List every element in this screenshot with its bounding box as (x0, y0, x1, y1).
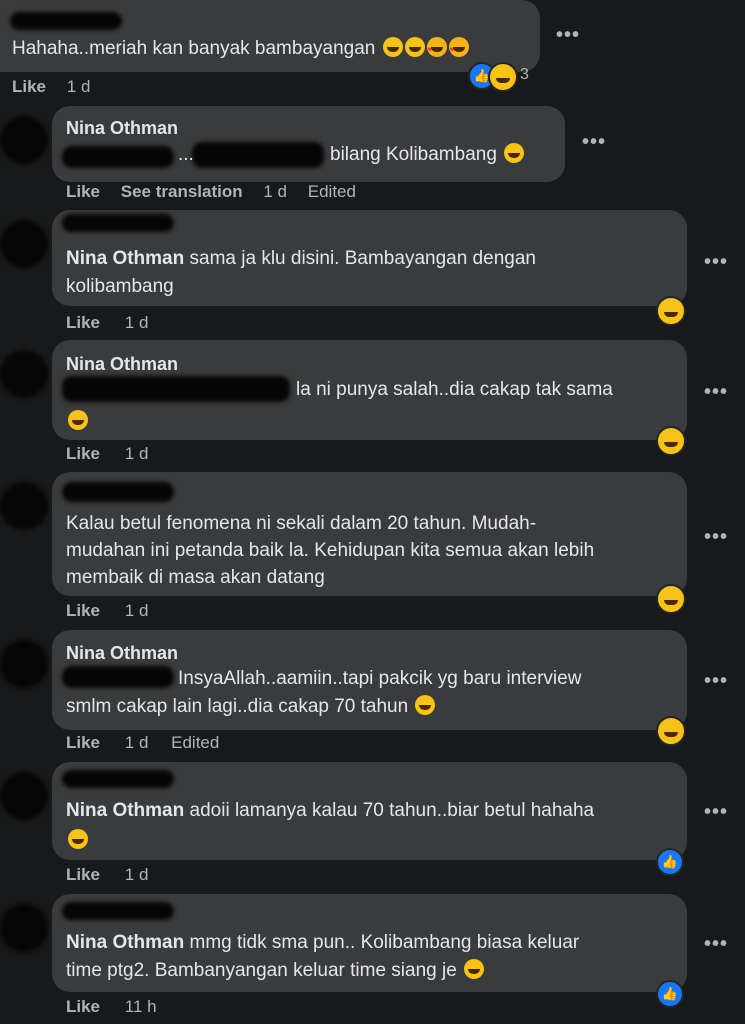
more-options-icon[interactable]: ••• (704, 526, 728, 549)
emoji-icon (448, 36, 469, 64)
timestamp[interactable]: 1 d (125, 865, 149, 884)
like-button[interactable]: Like (66, 313, 100, 332)
timestamp[interactable]: 11 h (125, 997, 157, 1016)
redacted-author-name (10, 12, 122, 30)
comment-text: mudahan ini petanda baik la. Kehidupan k… (66, 540, 595, 561)
comment-author[interactable]: Nina Othman (66, 354, 178, 375)
avatar[interactable] (0, 772, 48, 820)
redacted-text (62, 146, 174, 168)
like-button[interactable]: Like (66, 182, 100, 201)
redacted-text (192, 142, 324, 168)
more-options-icon[interactable]: ••• (556, 24, 580, 47)
emoji-icon (504, 143, 525, 163)
redacted-text (62, 376, 290, 402)
comment-actions: Like 1 d (66, 865, 148, 885)
timestamp[interactable]: 1 d (263, 182, 287, 201)
more-options-icon[interactable]: ••• (704, 381, 728, 404)
comment-text: InsyaAllah..aamiin..tapi pakcik yg baru … (178, 668, 582, 689)
more-options-icon[interactable]: ••• (704, 801, 728, 824)
timestamp[interactable]: 1 d (67, 77, 91, 96)
comment-author[interactable]: Nina Othman (66, 932, 184, 953)
redacted-author-name (62, 482, 174, 502)
avatar[interactable] (0, 350, 48, 398)
like-button[interactable]: Like (66, 444, 100, 463)
comment-actions: Like 1 d (66, 601, 148, 621)
like-button[interactable]: Like (66, 733, 100, 752)
haha-reaction-icon[interactable] (656, 716, 686, 746)
more-options-icon[interactable]: ••• (582, 131, 606, 154)
emoji-icon (464, 959, 485, 979)
redacted-text (62, 214, 174, 232)
redacted-text (62, 902, 174, 920)
comment-text: smlm cakap lain lagi..dia cakap 70 tahun (66, 693, 436, 721)
redacted-text (62, 770, 174, 788)
emoji-icon (415, 695, 436, 715)
comment-text: Nina Othman mmg tidk sma pun.. Kolibamba… (66, 932, 580, 953)
more-options-icon[interactable]: ••• (704, 251, 728, 274)
comment-actions: Like 1 d (66, 444, 148, 464)
like-button[interactable]: Like (66, 865, 100, 884)
reaction-count[interactable]: 3 (520, 66, 529, 84)
comment-text: kolibambang (66, 276, 174, 297)
comment-text: Nina Othman adoii lamanya kalau 70 tahun… (66, 800, 595, 821)
haha-reaction-icon[interactable] (656, 296, 686, 326)
timestamp[interactable]: 1 d (125, 444, 149, 463)
comment-author[interactable]: Nina Othman (66, 643, 178, 664)
emoji-icon (404, 37, 425, 57)
avatar[interactable] (0, 640, 48, 688)
edited-label[interactable]: Edited (308, 182, 356, 201)
like-button[interactable]: Like (66, 997, 100, 1016)
timestamp[interactable]: 1 d (125, 601, 149, 620)
more-options-icon[interactable]: ••• (704, 933, 728, 956)
emoji-icon (426, 36, 447, 64)
like-reaction-icon[interactable]: 👍 (656, 980, 684, 1008)
emoji-icon (68, 829, 88, 849)
comment-text: Hahaha..meriah kan banyak bambayangan (12, 35, 469, 64)
comment-actions: Like See translation 1 d Edited (66, 182, 356, 202)
comment-author[interactable]: Nina Othman (66, 800, 184, 821)
comment-actions: Like 11 h (66, 997, 157, 1017)
edited-label[interactable]: Edited (171, 733, 219, 752)
avatar[interactable] (0, 482, 48, 530)
haha-reaction-icon[interactable] (656, 426, 686, 456)
see-translation-button[interactable]: See translation (121, 182, 243, 201)
comment-author[interactable]: Nina Othman (66, 248, 184, 269)
haha-reaction-icon[interactable] (656, 584, 686, 614)
like-button[interactable]: Like (66, 601, 100, 620)
avatar[interactable] (0, 220, 48, 268)
more-options-icon[interactable]: ••• (704, 670, 728, 693)
comment-text: la ni punya salah..dia cakap tak sama (296, 379, 613, 400)
timestamp[interactable]: 1 d (125, 733, 149, 752)
comment-text: bilang Kolibambang (330, 141, 525, 169)
comment-actions: Like 1 d (66, 313, 148, 333)
comment-text: time ptg2. Bambanyangan keluar time sian… (66, 957, 485, 985)
avatar[interactable] (0, 904, 48, 952)
redacted-text (62, 666, 174, 688)
comment-actions: Like 1 d Edited (66, 733, 219, 753)
comment-text: ... (178, 144, 194, 165)
timestamp[interactable]: 1 d (125, 313, 149, 332)
emoji-icon (68, 410, 88, 430)
avatar[interactable] (0, 116, 48, 164)
like-reaction-icon[interactable]: 👍 (656, 848, 684, 876)
like-button[interactable]: Like (12, 77, 46, 96)
comment-actions: Like 1 d (12, 77, 90, 97)
comment-author[interactable]: Nina Othman (66, 118, 178, 139)
comment-text: Kalau betul fenomena ni sekali dalam 20 … (66, 513, 537, 534)
emoji-icon (382, 37, 403, 57)
comment-text: Nina Othman sama ja klu disini. Bambayan… (66, 248, 536, 269)
comment-text: membaik di masa akan datang (66, 567, 325, 588)
haha-reaction-icon[interactable] (488, 62, 518, 92)
